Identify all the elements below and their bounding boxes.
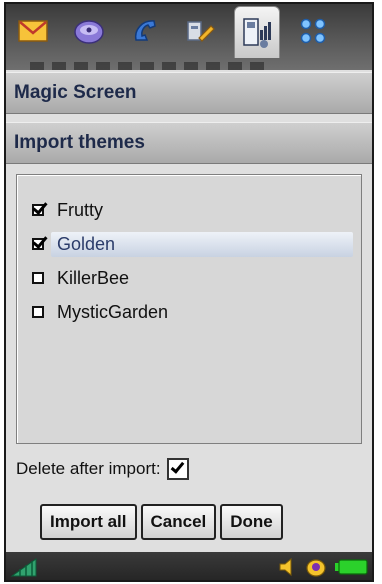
- mail-icon: [18, 20, 48, 42]
- delete-after-import-checkbox[interactable]: [166, 458, 189, 480]
- theme-label: KillerBee: [57, 267, 130, 288]
- section-title: Import themes: [6, 122, 372, 164]
- theme-label: Frutty: [57, 199, 104, 220]
- tab-settings[interactable]: [234, 6, 280, 58]
- delete-after-import-row: Delete after import:: [16, 458, 189, 480]
- delete-after-import-label: Delete after import:: [16, 459, 161, 478]
- tools-icon: [187, 21, 215, 42]
- status-bar: [6, 552, 372, 580]
- done-button[interactable]: Done: [220, 504, 283, 540]
- signal-icon: [10, 558, 37, 577]
- tab-calls[interactable]: [122, 8, 168, 54]
- tab-tools[interactable]: [178, 8, 224, 54]
- apps-grid-icon: [300, 18, 326, 44]
- app-tab-bar: [6, 4, 372, 70]
- cancel-button[interactable]: Cancel: [140, 504, 217, 540]
- disc-icon: [74, 20, 104, 44]
- action-buttons: Import all Cancel Done: [40, 504, 283, 540]
- import-all-button[interactable]: Import all: [40, 504, 137, 540]
- phone-icon: [134, 20, 156, 41]
- checkbox-icon[interactable]: [32, 233, 48, 250]
- alarm-bell-icon: [306, 559, 326, 577]
- screen-title: Magic Screen: [6, 72, 372, 114]
- theme-label: MysticGarden: [57, 301, 169, 322]
- theme-label: Golden: [51, 231, 353, 257]
- theme-item-mysticgarden[interactable]: MysticGarden: [27, 297, 353, 327]
- phone-screen: Magic Screen Import themes Frutty Golden…: [4, 2, 374, 582]
- settings-display-icon: [243, 17, 271, 48]
- theme-item-golden[interactable]: Golden: [27, 229, 353, 259]
- theme-item-frutty[interactable]: Frutty: [27, 195, 353, 225]
- checkbox-icon[interactable]: [32, 306, 44, 318]
- speaker-icon: [279, 557, 292, 577]
- theme-item-killerbee[interactable]: KillerBee: [27, 263, 353, 293]
- tab-media[interactable]: [66, 8, 112, 54]
- tab-messaging[interactable]: [10, 8, 56, 54]
- checkbox-icon[interactable]: [32, 272, 44, 284]
- battery-icon: [335, 559, 368, 575]
- tab-label-peek: [30, 62, 270, 70]
- tab-apps[interactable]: [290, 8, 336, 54]
- themes-list: Frutty Golden KillerBee MysticGarden: [16, 174, 362, 444]
- checkbox-icon[interactable]: [32, 199, 48, 216]
